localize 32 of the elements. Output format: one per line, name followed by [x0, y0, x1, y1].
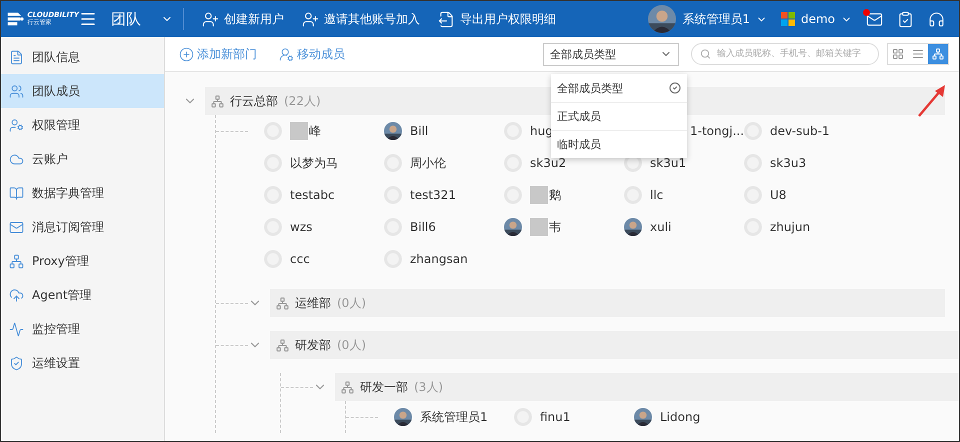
member-name: 1-tongj...: [690, 124, 744, 138]
member-name: finu1: [540, 410, 570, 424]
member-name: ccc: [290, 252, 310, 266]
member-count: (3人): [414, 378, 443, 396]
member-name: dev-sub-1: [770, 124, 830, 138]
member-count: (0人): [337, 336, 366, 354]
member-name: Bill6: [410, 220, 436, 234]
member-name: 周小伦: [410, 154, 446, 172]
member-name: Bill: [410, 124, 428, 138]
member-name: sk3u2: [530, 156, 566, 170]
member-name: 以梦为马: [290, 154, 338, 172]
member-name: sk3u3: [770, 156, 806, 170]
member-name: zhujun: [770, 220, 810, 234]
member-name: zhangsan: [410, 252, 468, 266]
member-name: testabc: [290, 188, 335, 202]
member-name: wzs: [290, 220, 312, 234]
member-name: llc: [650, 188, 664, 202]
department-name: 行云总部: [230, 92, 278, 110]
department-name: 研发部: [295, 336, 331, 354]
member-count: (22人): [284, 92, 321, 110]
member-name: 峰: [290, 122, 321, 140]
member-count: (0人): [337, 294, 366, 312]
member-name: test321: [410, 188, 456, 202]
department-name: 研发一部: [360, 378, 408, 396]
member-name: 系统管理员1: [420, 408, 488, 426]
member-name: sk3u1: [650, 156, 686, 170]
member-name: 鹅: [530, 186, 561, 204]
member-name: 韦: [530, 218, 561, 236]
member-name: U8: [770, 188, 786, 202]
member-name: Lidong: [660, 410, 700, 424]
member-name: xuli: [650, 220, 672, 234]
department-name: 运维部: [295, 294, 331, 312]
